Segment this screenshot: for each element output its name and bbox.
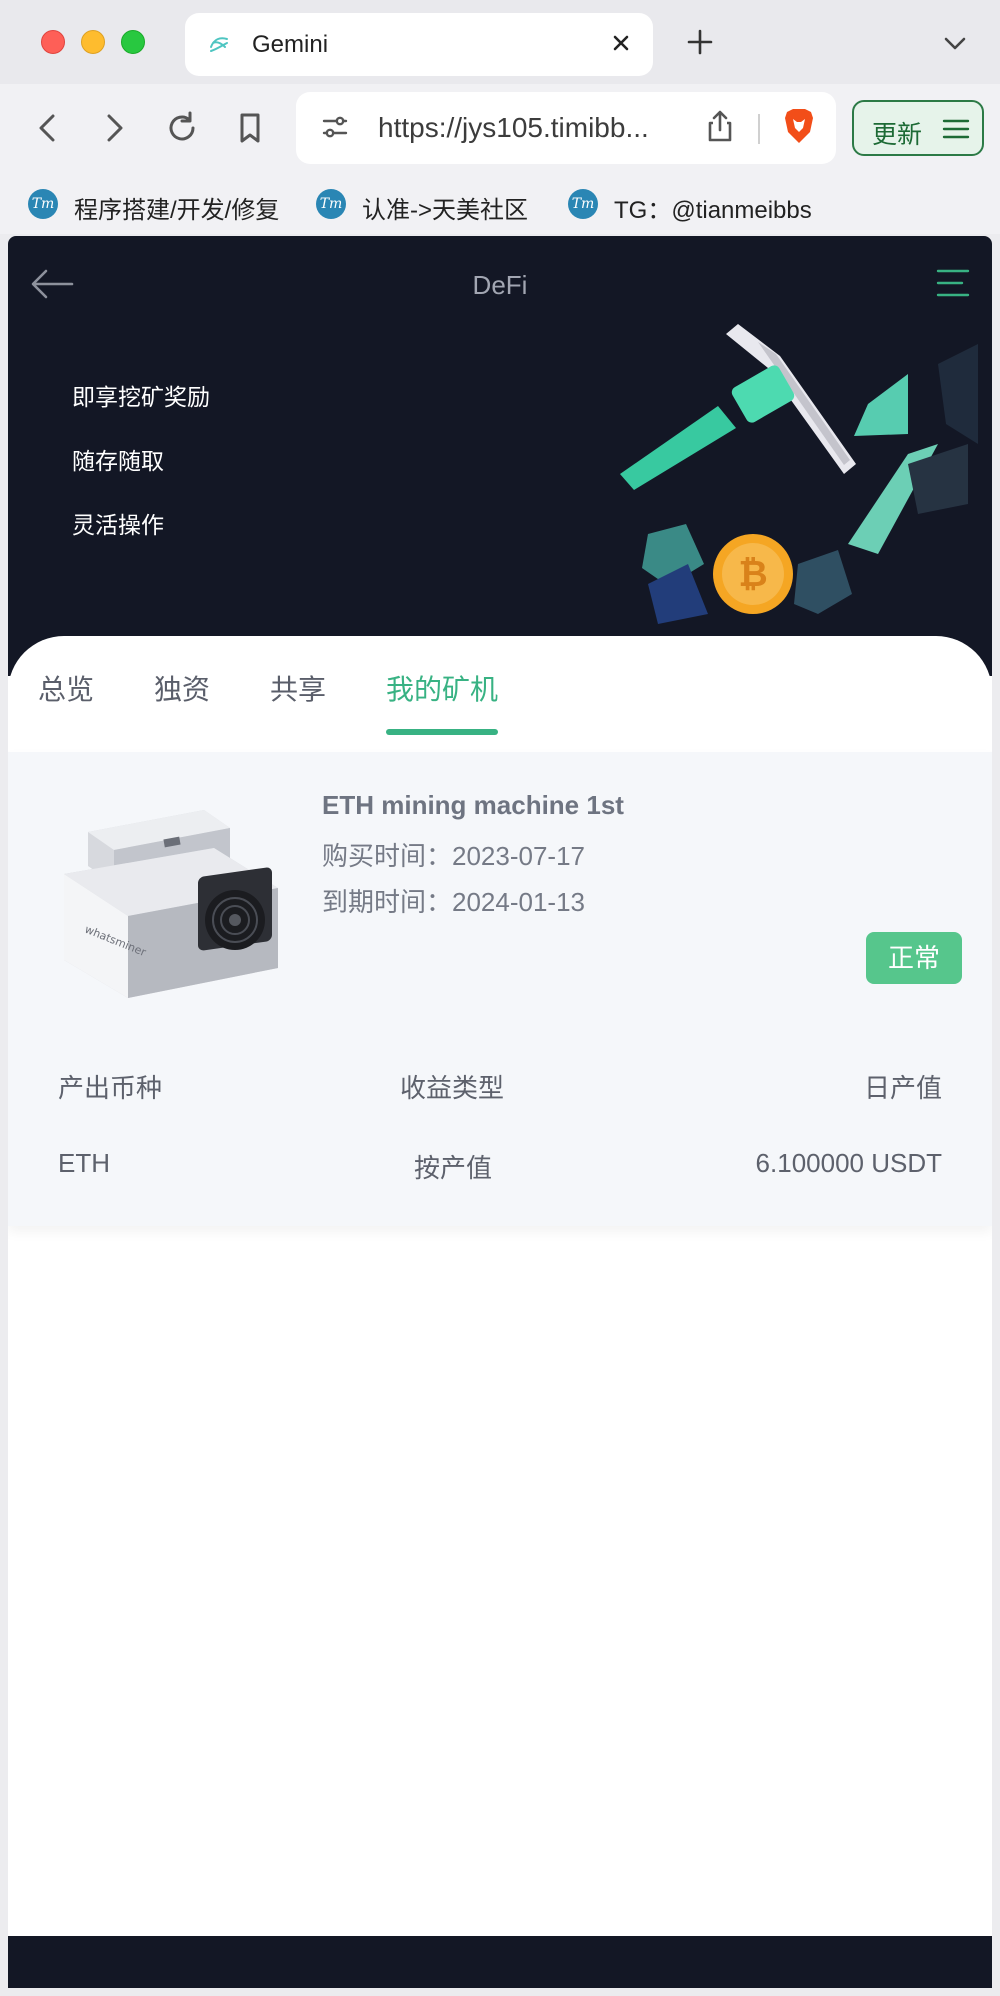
new-tab-icon[interactable] [684,26,716,58]
tab-overview[interactable]: 总览 [38,668,94,708]
tab-list-chevron-icon[interactable] [940,30,970,56]
url-text[interactable]: https://jys105.timibb... [378,112,678,144]
bookmarks-bar: Tm 程序搭建/开发/修复 Tm 认准->天美社区 Tm TG：@tianmei… [0,176,1000,234]
back-nav-icon[interactable] [26,106,70,150]
active-tab-indicator [386,729,498,735]
update-button[interactable]: 更新 [852,100,984,156]
bookmark-item[interactable]: Tm 认准->天美社区 [316,184,546,224]
mining-machine-image: whatsminer [64,810,278,998]
pickaxe-coin-illustration-icon: ₿ [620,324,978,624]
status-badge: 正常 [866,932,962,984]
tab-title: Gemini [252,31,329,58]
tm-logo-icon: Tm [568,189,598,219]
url-divider [758,114,760,144]
coin-value: ETH [58,1148,110,1178]
browser-tabstrip: Gemini [0,0,1000,84]
maximize-window-button[interactable] [121,30,145,54]
share-icon[interactable] [704,106,736,146]
svg-text:₿: ₿ [738,554,767,595]
address-bar[interactable]: https://jys105.timibb... [296,92,836,164]
hero-banner: DeFi 即享挖矿奖励 随存随取 灵活操作 ₿ [8,236,992,676]
bottom-bar [8,1936,992,1988]
browser-tab-active[interactable]: Gemini [185,13,653,76]
tm-logo-icon: Tm [316,189,346,219]
reload-icon[interactable] [160,106,204,150]
purchase-time: 购买时间：2023-07-17 [322,841,585,871]
bookmark-label: 认准->天美社区 [362,197,529,224]
brave-shields-icon[interactable] [782,106,816,146]
bookmark-item[interactable]: Tm 程序搭建/开发/修复 [28,184,298,224]
column-header-coin: 产出币种 [58,1073,163,1103]
close-window-button[interactable] [41,30,65,54]
site-settings-icon[interactable] [320,112,350,142]
hero-slogan: 随存随取 [72,448,164,474]
tab-shared[interactable]: 共享 [270,668,326,708]
tab-my-miners[interactable]: 我的矿机 [386,668,498,708]
bookmark-label: 程序搭建/开发/修复 [74,197,280,224]
update-label: 更新 [872,121,923,149]
browser-toolbar: https://jys105.timibb... 更新 [0,84,1000,176]
bookmark-icon[interactable] [228,106,272,150]
income-type-value: 按产值 [414,1153,493,1183]
web-page: DeFi 即享挖矿奖励 随存随取 灵活操作 ₿ 总览 独资 共享 我的矿机 wh… [8,236,992,1988]
close-tab-icon[interactable] [605,27,637,59]
forward-nav-icon[interactable] [92,106,136,150]
daily-output-value: 6.100000 USDT [755,1148,942,1178]
miner-card[interactable]: whatsminer ETH mining machine 1st 购买时间：2… [8,752,992,1226]
minimize-window-button[interactable] [81,30,105,54]
column-header-daily-output: 日产值 [863,1073,942,1103]
menu-icon[interactable] [936,268,970,298]
machine-name: ETH mining machine 1st [322,790,624,820]
hamburger-menu-icon [942,119,970,139]
hero-slogan: 灵活操作 [72,512,164,538]
content-panel: 总览 独资 共享 我的矿机 whatsminer ETH mining mach… [8,636,992,1988]
tm-logo-icon: Tm [28,189,58,219]
bookmark-label: TG：@tianmeibbs [614,197,812,224]
column-header-income-type: 收益类型 [400,1073,505,1103]
gemini-favicon-icon [210,37,228,52]
segment-tabs: 总览 独资 共享 我的矿机 [8,636,992,736]
expire-time: 到期时间：2024-01-13 [322,887,585,917]
bookmark-item[interactable]: Tm TG：@tianmeibbs [568,184,838,224]
page-title: DeFi [472,270,528,300]
hero-slogan: 即享挖矿奖励 [72,384,210,410]
tab-solo[interactable]: 独资 [154,668,210,708]
